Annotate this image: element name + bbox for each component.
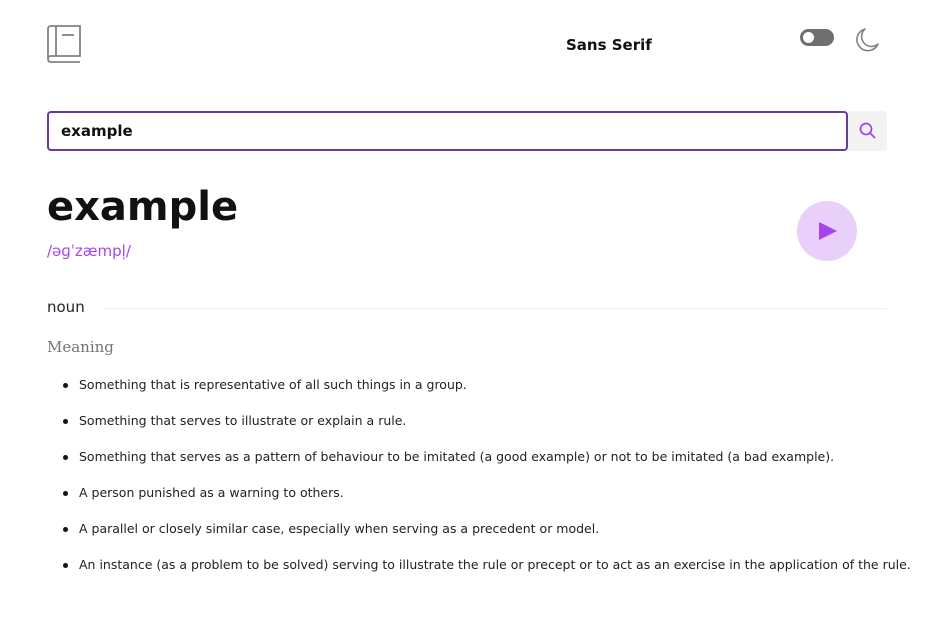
play-audio-button[interactable] <box>797 201 857 261</box>
definition-item: Something that serves to illustrate or e… <box>47 412 887 448</box>
phonetic-text: /əɡˈzæmpl̩/ <box>47 242 131 260</box>
toggle-knob <box>803 32 814 43</box>
search-icon <box>859 122 876 139</box>
moon-icon[interactable] <box>853 26 881 54</box>
search-input[interactable] <box>47 111 848 151</box>
meaning-label: Meaning <box>47 338 114 356</box>
part-of-speech: noun <box>47 298 85 316</box>
definition-list: Something that is representative of all … <box>47 376 911 592</box>
theme-toggle[interactable] <box>800 29 834 46</box>
definition-item: A person punished as a warning to others… <box>47 484 887 520</box>
dictionary-page: Sans Serif example /əɡˈzæmpl̩/ noun Mean… <box>0 0 945 623</box>
search-button[interactable] <box>848 111 887 151</box>
font-selector[interactable]: Sans Serif <box>566 36 652 54</box>
definition-item: A parallel or closely similar case, espe… <box>47 520 887 556</box>
definition-item: An instance (as a problem to be solved) … <box>47 556 911 592</box>
section-divider <box>103 308 887 309</box>
definition-item: Something that is representative of all … <box>47 376 887 412</box>
book-icon[interactable] <box>47 25 83 65</box>
play-icon <box>819 222 837 240</box>
search-bar <box>47 111 887 151</box>
word-title: example <box>47 184 239 230</box>
definition-item: Something that serves as a pattern of be… <box>47 448 887 484</box>
